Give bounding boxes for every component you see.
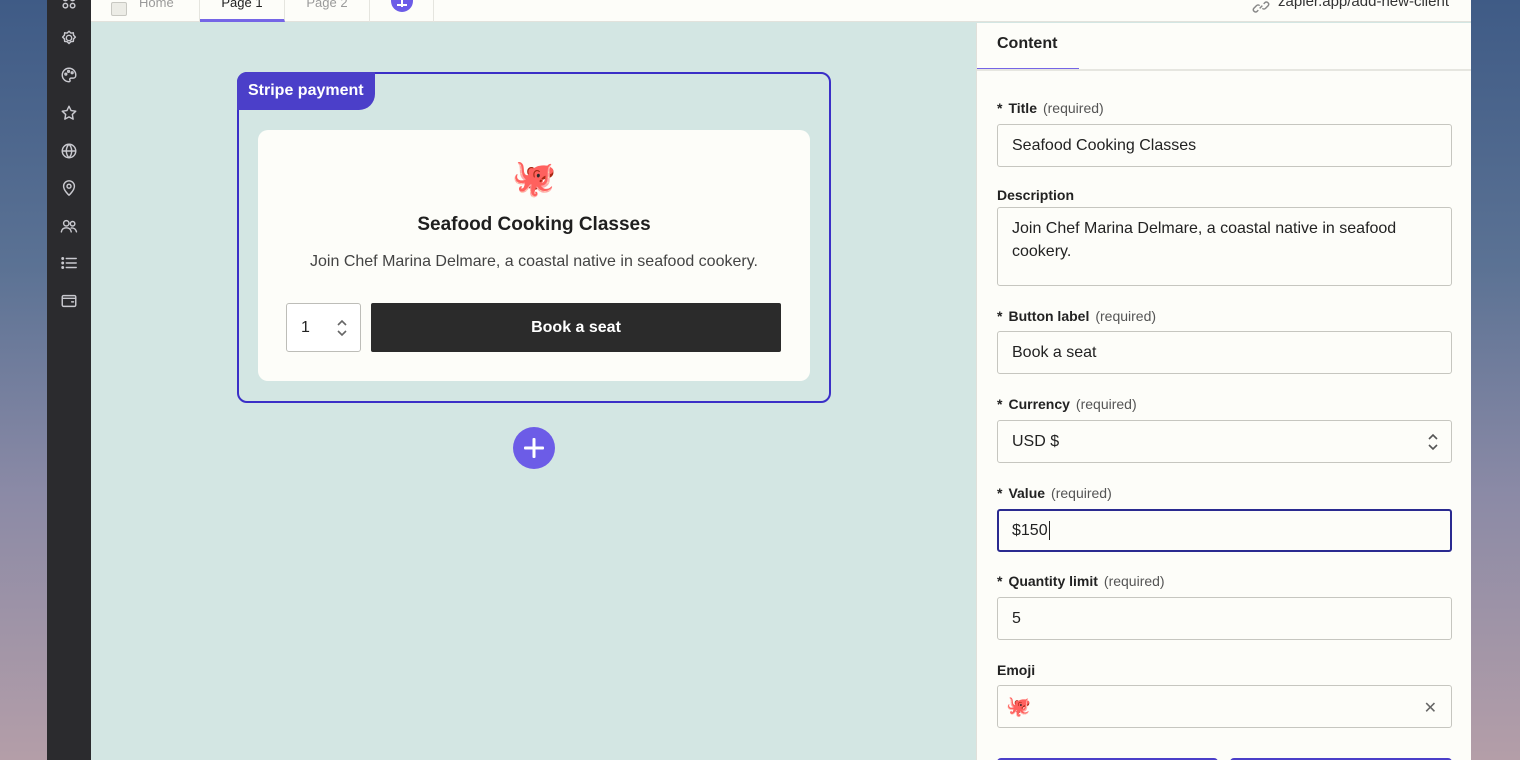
stripe-payment-block[interactable]: Stripe payment 🐙 Seafood Cooking Classes…: [237, 72, 831, 403]
description-textarea[interactable]: Join Chef Marina Delmare, a coastal nati…: [997, 207, 1452, 286]
page-tab-bar: Home Page 1 Page 2 zapier.app/add-new-cl…: [91, 0, 1471, 22]
quantity-limit-input[interactable]: 5: [997, 597, 1452, 640]
description-label: Description: [997, 187, 1075, 203]
quantity-limit-label: * Quantity limit (required): [997, 573, 1165, 589]
value-label: * Value (required): [997, 485, 1112, 501]
tab-page-2[interactable]: Page 2: [285, 0, 370, 22]
star-icon[interactable]: [59, 103, 79, 123]
link-icon: [1252, 1, 1270, 13]
app-url-text: zapier.app/add-new-client: [1278, 0, 1449, 10]
wallet-icon[interactable]: [59, 291, 79, 311]
globe-icon[interactable]: [59, 141, 79, 161]
list-icon[interactable]: [59, 253, 79, 273]
select-chevrons-icon: [1427, 432, 1439, 457]
block-label: Stripe payment: [237, 72, 375, 110]
tab-page-2-label: Page 2: [306, 0, 348, 10]
tab-home-label: Home: [139, 0, 174, 10]
stepper-chevrons-icon[interactable]: [336, 318, 348, 338]
apps-icon[interactable]: [59, 0, 79, 12]
tab-page-1-label: Page 1: [221, 0, 263, 10]
button-label-input[interactable]: Book a seat: [997, 331, 1452, 374]
tab-content[interactable]: Content: [977, 23, 1079, 71]
card-title: Seafood Cooking Classes: [417, 214, 651, 235]
app-url[interactable]: zapier.app/add-new-client: [1252, 0, 1449, 22]
clear-icon[interactable]: ✕: [1424, 698, 1437, 718]
payment-card: 🐙 Seafood Cooking Classes Join Chef Mari…: [258, 130, 810, 381]
add-page-button[interactable]: [370, 0, 434, 22]
emoji-value: 🐙: [1006, 696, 1031, 718]
value-input[interactable]: $150: [997, 509, 1452, 552]
text-cursor: [1048, 521, 1050, 540]
tab-home[interactable]: Home: [91, 0, 200, 22]
panel-divider: [977, 69, 1471, 71]
book-seat-button[interactable]: Book a seat: [371, 303, 781, 352]
location-pin-icon[interactable]: [59, 178, 79, 198]
add-block-button[interactable]: [513, 427, 555, 469]
title-label: * Title (required): [997, 100, 1104, 116]
card-description: Join Chef Marina Delmare, a coastal nati…: [310, 253, 758, 270]
octopus-emoji: 🐙: [511, 157, 557, 198]
app-window: Home Page 1 Page 2 zapier.app/add-new-cl…: [47, 0, 1471, 760]
properties-panel: Content * Title (required) Seafood Cooking…: [976, 23, 1471, 760]
currency-label: * Currency (required): [997, 396, 1137, 412]
button-label-label: * Button label (required): [997, 308, 1157, 324]
settings-icon[interactable]: [59, 28, 79, 48]
palette-icon[interactable]: [59, 65, 79, 85]
page-icon: [111, 2, 127, 16]
left-rail: [47, 0, 91, 760]
tab-page-1[interactable]: Page 1: [200, 0, 285, 22]
page-canvas: Stripe payment 🐙 Seafood Cooking Classes…: [91, 23, 976, 760]
quantity-value: 1: [301, 318, 310, 336]
users-icon[interactable]: [59, 216, 79, 236]
title-input[interactable]: Seafood Cooking Classes: [997, 124, 1452, 167]
emoji-label: Emoji: [997, 662, 1036, 678]
emoji-picker[interactable]: 🐙 ✕: [997, 685, 1452, 728]
quantity-stepper[interactable]: 1: [286, 303, 361, 352]
plus-icon: [391, 0, 413, 12]
currency-select[interactable]: USD $: [997, 420, 1452, 463]
